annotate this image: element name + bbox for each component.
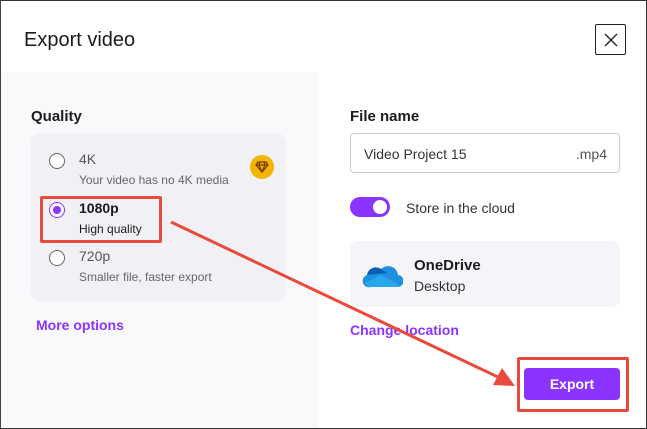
location-card: OneDrive Desktop	[350, 241, 620, 307]
file-name-input[interactable]: Video Project 15 .mp4	[350, 133, 620, 173]
option-sub: Your video has no 4K media	[79, 173, 229, 187]
onedrive-icon	[362, 266, 403, 288]
file-name-value: Video Project 15	[364, 146, 467, 162]
radio-720p[interactable]	[49, 250, 65, 266]
more-options-link[interactable]: More options	[36, 317, 124, 333]
dialog-title: Export video	[24, 29, 136, 51]
location-folder: Desktop	[414, 278, 466, 294]
store-in-cloud-toggle[interactable]	[350, 197, 390, 217]
annotation-box-export	[517, 357, 629, 412]
store-in-cloud-label: Store in the cloud	[406, 200, 515, 216]
gem-icon	[250, 155, 274, 179]
change-location-link[interactable]: Change location	[350, 322, 459, 338]
option-label: 720p	[79, 248, 111, 264]
close-button[interactable]	[595, 24, 626, 55]
location-service: OneDrive	[414, 257, 481, 274]
option-label: 4K	[79, 151, 97, 167]
file-name-heading: File name	[350, 108, 420, 125]
annotation-box-1080p	[40, 196, 162, 243]
option-sub: Smaller file, faster export	[79, 270, 212, 284]
quality-heading: Quality	[31, 108, 82, 125]
file-extension: .mp4	[575, 146, 607, 162]
close-icon	[604, 33, 617, 46]
radio-4k[interactable]	[49, 153, 65, 169]
